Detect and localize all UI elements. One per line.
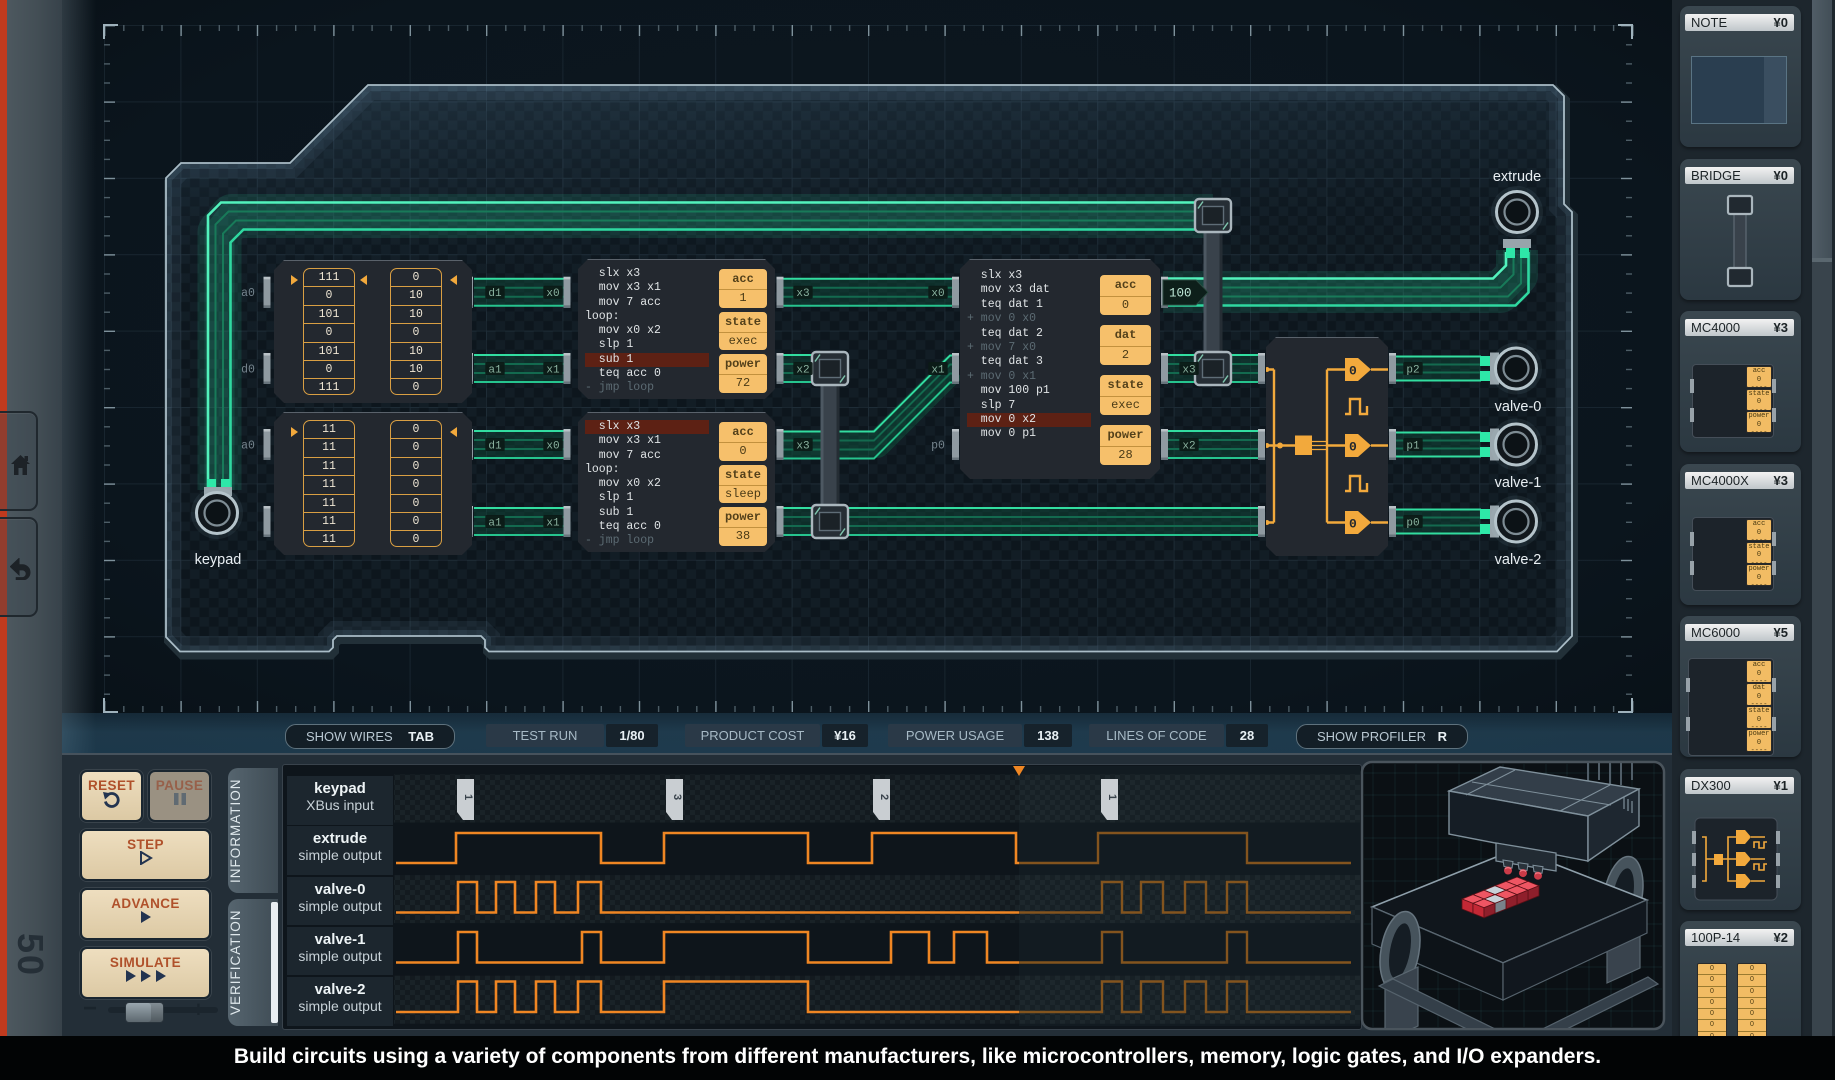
svg-text:p1: p1 (1406, 440, 1420, 452)
svg-text:x3: x3 (796, 440, 809, 452)
svg-text:x1: x1 (546, 364, 560, 376)
svg-text:x0: x0 (546, 440, 559, 452)
svg-text:x2: x2 (796, 364, 809, 376)
svg-text:100: 100 (1169, 287, 1192, 301)
svg-text:2: 2 (878, 794, 890, 800)
svg-text:valve-2: valve-2 (1495, 552, 1542, 568)
svg-text:x3: x3 (1182, 364, 1195, 376)
svg-text:p0: p0 (1406, 517, 1419, 529)
svg-text:valve-0: valve-0 (1495, 399, 1542, 415)
svg-text:d1: d1 (488, 288, 502, 300)
svg-text:x0: x0 (546, 288, 559, 300)
svg-text:a1: a1 (488, 364, 502, 376)
svg-text:p0: p0 (931, 439, 945, 452)
svg-text:1: 1 (1106, 794, 1118, 800)
svg-text:a0: a0 (241, 287, 255, 300)
svg-text:a0: a0 (241, 439, 255, 452)
svg-text:d0: d0 (241, 363, 255, 376)
svg-text:a1: a1 (488, 517, 502, 529)
svg-text:x2: x2 (1182, 440, 1195, 452)
svg-text:keypad: keypad (195, 552, 242, 568)
svg-text:0: 0 (1349, 517, 1357, 532)
svg-text:0: 0 (1349, 440, 1357, 455)
svg-text:extrude: extrude (1493, 169, 1541, 185)
svg-text:x3: x3 (796, 288, 809, 300)
svg-text:1: 1 (462, 794, 474, 800)
svg-text:valve-1: valve-1 (1495, 475, 1542, 491)
svg-text:x1: x1 (546, 517, 560, 529)
svg-text:d1: d1 (488, 440, 502, 452)
svg-text:x0: x0 (931, 288, 944, 300)
svg-text:x1: x1 (931, 364, 945, 376)
svg-text:0: 0 (1349, 364, 1357, 379)
svg-text:p2: p2 (1406, 364, 1419, 376)
svg-text:3: 3 (671, 794, 683, 800)
